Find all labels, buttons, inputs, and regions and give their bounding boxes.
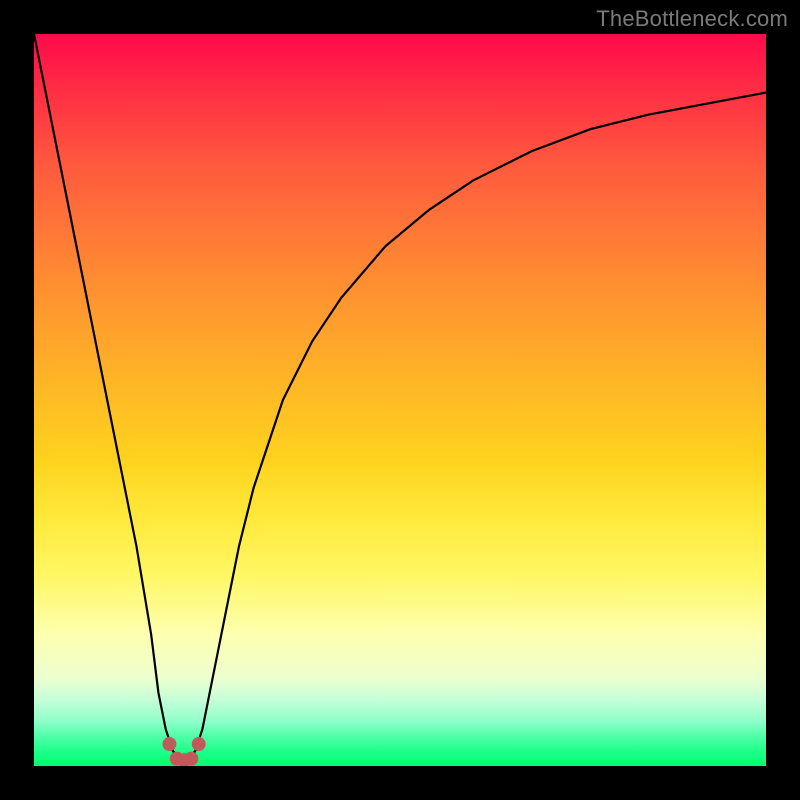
bottom-marker — [184, 752, 198, 766]
plot-area — [34, 34, 766, 766]
bottom-marker — [192, 737, 206, 751]
chart-frame: TheBottleneck.com — [0, 0, 800, 800]
bottom-marker-group — [162, 737, 205, 766]
watermark-text: TheBottleneck.com — [596, 6, 788, 32]
curve-layer — [34, 34, 766, 766]
bottom-marker — [162, 737, 176, 751]
bottleneck-curve — [34, 34, 766, 759]
